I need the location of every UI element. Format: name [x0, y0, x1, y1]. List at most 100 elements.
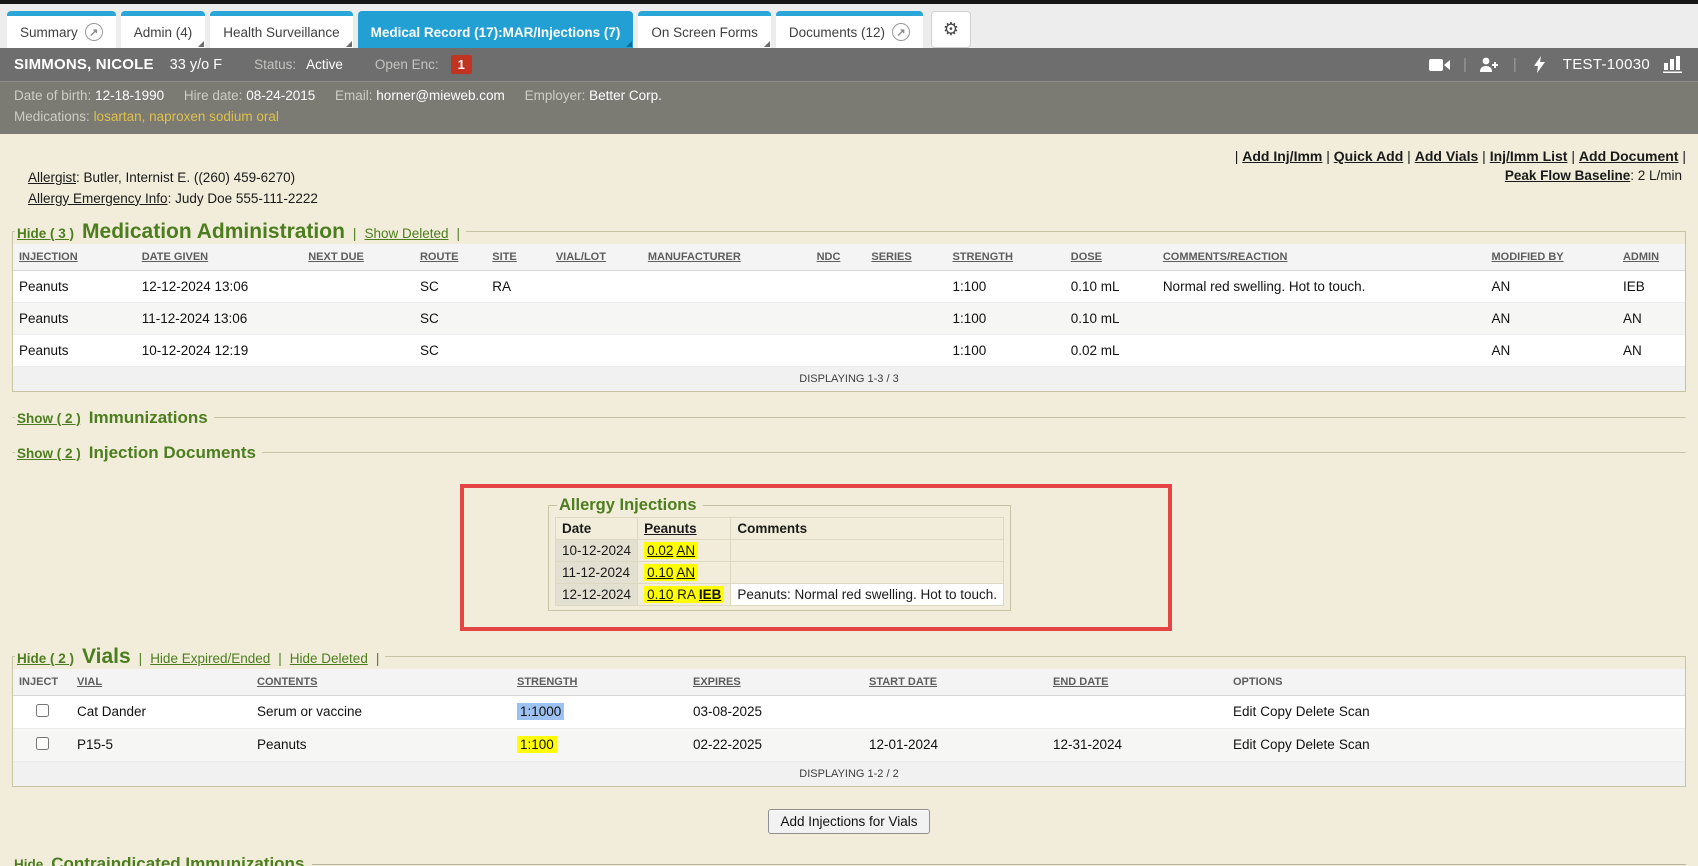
- contraindicated-hide-toggle[interactable]: Hide: [14, 857, 43, 866]
- show-deleted-link[interactable]: Show Deleted: [364, 226, 448, 241]
- settings-gear-button[interactable]: ⚙︎: [931, 11, 971, 48]
- col-next-due[interactable]: NEXT DUE: [302, 244, 414, 271]
- open-encounter-badge[interactable]: 1: [451, 55, 472, 74]
- table-row: 10-12-2024 0.02 AN: [556, 539, 1004, 561]
- vial-start-date: 12-01-2024: [863, 728, 1047, 761]
- dose-link[interactable]: 0.10: [647, 565, 673, 580]
- peak-flow-baseline-link[interactable]: Peak Flow Baseline: [1505, 168, 1630, 183]
- col-vial-lot[interactable]: VIAL/LOT: [550, 244, 642, 271]
- tab-fold-icon: [346, 41, 352, 47]
- allergy-info-row: Allergist: Butler, Internist E. ((260) 4…: [10, 168, 1688, 210]
- col-site[interactable]: SITE: [486, 244, 550, 271]
- tab-fold-icon: [764, 41, 770, 47]
- col-peanuts[interactable]: Peanuts: [638, 517, 731, 539]
- tab-summary[interactable]: Summary ↗: [7, 11, 116, 48]
- medications-links[interactable]: losartan, naproxen sodium oral: [94, 109, 279, 124]
- allergist-link[interactable]: Allergist: [28, 170, 76, 185]
- allergy-injections-title: Allergy Injections: [557, 496, 703, 515]
- col-strength[interactable]: STRENGTH: [511, 669, 687, 696]
- col-ndc[interactable]: NDC: [811, 244, 866, 271]
- bar-chart-icon[interactable]: [1662, 55, 1684, 75]
- immunizations-show-toggle[interactable]: Show ( 2 ): [17, 411, 81, 426]
- separator: |: [353, 226, 357, 241]
- injection-entry: 0.10 AN: [638, 561, 731, 583]
- tab-health-surveillance[interactable]: Health Surveillance: [210, 11, 352, 48]
- allergy-emergency-value: : Judy Doe 555-111-2222: [168, 191, 318, 206]
- immunizations-title: Immunizations: [89, 408, 208, 428]
- red-annotation-box: Allergy Injections Date Peanuts Comments…: [460, 484, 1172, 631]
- med-admin-title: Medication Administration: [82, 220, 345, 244]
- col-manufacturer[interactable]: MANUFACTURER: [642, 244, 811, 271]
- hide-expired-ended-link[interactable]: Hide Expired/Ended: [150, 651, 270, 666]
- tab-on-screen-forms[interactable]: On Screen Forms: [638, 11, 771, 48]
- col-series[interactable]: SERIES: [865, 244, 946, 271]
- demographics-line: Date of birth: 12-18-1990 Hire date: 08-…: [14, 86, 1684, 107]
- med-admin-hide-toggle[interactable]: Hide ( 3 ): [17, 226, 74, 241]
- add-document-link[interactable]: Add Document: [1579, 148, 1679, 164]
- add-vials-link[interactable]: Add Vials: [1415, 148, 1479, 164]
- separator: |: [1463, 56, 1467, 73]
- col-comments-reaction[interactable]: COMMENTS/REACTION: [1157, 244, 1486, 271]
- vials-hide-toggle[interactable]: Hide ( 2 ): [17, 651, 74, 666]
- inject-checkbox[interactable]: [36, 704, 49, 717]
- patient-age-sex: 33 y/o F: [170, 57, 222, 73]
- table-row[interactable]: Peanuts10-12-2024 12:19 SC 1:100 0.02 mL…: [13, 334, 1685, 366]
- vial-end-date: [1047, 695, 1227, 728]
- popout-arrow-icon[interactable]: ↗: [85, 23, 103, 41]
- add-inj-imm-link[interactable]: Add Inj/Imm: [1242, 148, 1322, 164]
- initials-link[interactable]: IEB: [699, 587, 722, 602]
- col-date: Date: [556, 517, 638, 539]
- add-injections-for-vials-button[interactable]: Add Injections for Vials: [768, 809, 929, 834]
- dose-link[interactable]: 0.02: [647, 543, 673, 558]
- tab-documents[interactable]: Documents (12) ↗: [776, 11, 923, 48]
- table-row[interactable]: Peanuts12-12-2024 13:06 SC RA 1:100 0.10…: [13, 270, 1685, 302]
- table-row[interactable]: Peanuts11-12-2024 13:06 SC 1:100 0.10 mL…: [13, 302, 1685, 334]
- copy-link[interactable]: Copy: [1260, 737, 1292, 752]
- copy-link[interactable]: Copy: [1260, 704, 1292, 719]
- person-add-icon[interactable]: [1479, 55, 1501, 75]
- col-contents[interactable]: CONTENTS: [251, 669, 511, 696]
- delete-link[interactable]: Delete: [1296, 737, 1335, 752]
- col-comments: Comments: [731, 517, 1004, 539]
- col-end-date[interactable]: END DATE: [1047, 669, 1227, 696]
- dose-link[interactable]: 0.10: [647, 587, 673, 602]
- delete-link[interactable]: Delete: [1296, 704, 1335, 719]
- employer-label: Employer:: [525, 88, 586, 103]
- injection-comment: Peanuts: Normal red swelling. Hot to tou…: [731, 583, 1004, 605]
- edit-link[interactable]: Edit: [1233, 737, 1256, 752]
- col-injection[interactable]: INJECTION: [13, 244, 136, 271]
- allergy-emergency-info-link[interactable]: Allergy Emergency Info: [28, 191, 168, 206]
- tab-medical-record[interactable]: Medical Record (17):MAR/Injections (7): [358, 11, 634, 48]
- vial-strength: 1:100: [511, 728, 687, 761]
- popout-arrow-icon[interactable]: ↗: [892, 23, 910, 41]
- lightning-bolt-icon[interactable]: [1529, 55, 1551, 75]
- dob-value: 12-18-1990: [95, 88, 164, 103]
- vial-expires: 02-22-2025: [687, 728, 863, 761]
- video-camera-icon[interactable]: [1429, 55, 1451, 75]
- col-strength[interactable]: STRENGTH: [946, 244, 1064, 271]
- edit-link[interactable]: Edit: [1233, 704, 1256, 719]
- col-vial[interactable]: VIAL: [71, 669, 251, 696]
- injection-documents-show-toggle[interactable]: Show ( 2 ): [17, 446, 81, 461]
- col-expires[interactable]: EXPIRES: [687, 669, 863, 696]
- quick-add-link[interactable]: Quick Add: [1334, 148, 1404, 164]
- col-date-given[interactable]: DATE GIVEN: [136, 244, 303, 271]
- col-modified-by[interactable]: MODIFIED BY: [1486, 244, 1617, 271]
- hide-deleted-link[interactable]: Hide Deleted: [290, 651, 368, 666]
- injection-entry: 0.10 RA IEB: [638, 583, 731, 605]
- scan-link[interactable]: Scan: [1339, 737, 1370, 752]
- inj-imm-list-link[interactable]: Inj/Imm List: [1490, 148, 1568, 164]
- col-start-date[interactable]: START DATE: [863, 669, 1047, 696]
- email-label: Email:: [335, 88, 373, 103]
- col-admin[interactable]: ADMIN: [1617, 244, 1685, 271]
- initials-link[interactable]: AN: [676, 543, 695, 558]
- tab-admin[interactable]: Admin (4): [121, 11, 206, 48]
- initials-link[interactable]: AN: [676, 565, 695, 580]
- inject-checkbox[interactable]: [36, 737, 49, 750]
- scan-link[interactable]: Scan: [1339, 704, 1370, 719]
- employer-value: Better Corp.: [589, 88, 662, 103]
- col-route[interactable]: ROUTE: [414, 244, 486, 271]
- vial-end-date: 12-31-2024: [1047, 728, 1227, 761]
- col-dose[interactable]: DOSE: [1065, 244, 1157, 271]
- hire-date-label: Hire date:: [184, 88, 243, 103]
